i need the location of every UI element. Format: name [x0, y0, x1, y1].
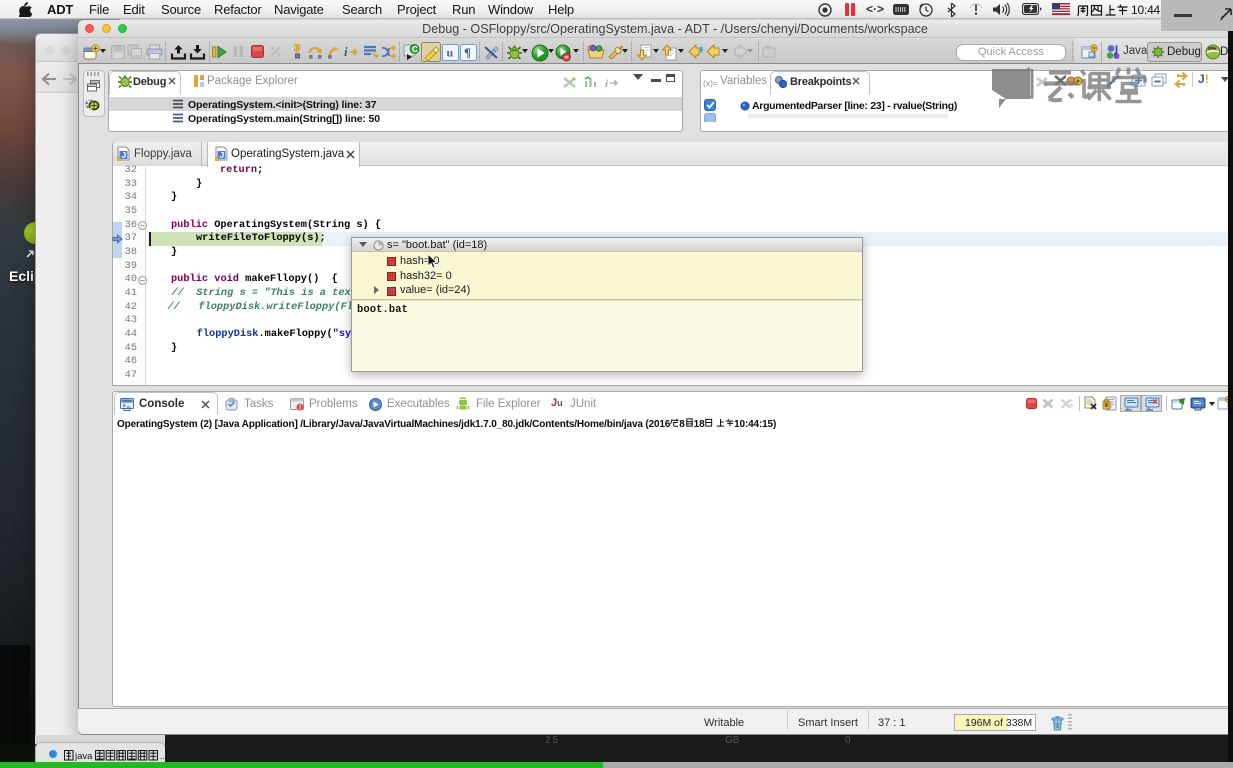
svg-text:java: java: [74, 751, 93, 761]
svg-text:(x)=: (x)=: [703, 78, 718, 88]
svg-text:!: !: [299, 405, 301, 412]
svg-text:J: J: [122, 150, 127, 160]
svg-text:i: i: [344, 44, 348, 59]
svg-text:J: J: [220, 150, 225, 160]
svg-text:i: i: [605, 78, 609, 89]
svg-text:C: C: [412, 45, 418, 54]
svg-text:u: u: [447, 46, 454, 60]
svg-text:¶: ¶: [464, 45, 471, 60]
